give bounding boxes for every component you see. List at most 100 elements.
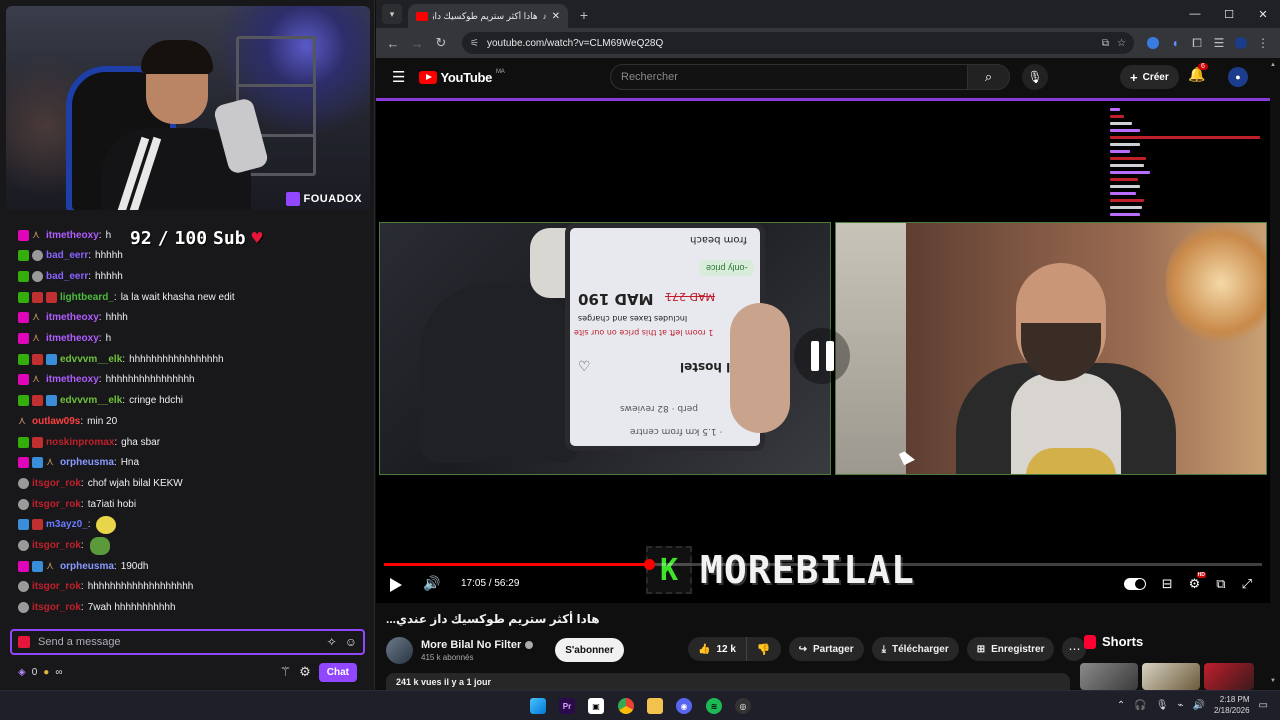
badge-vip-icon[interactable] <box>18 560 29 572</box>
premiere-pro-icon[interactable]: Pr <box>559 698 575 714</box>
badge-mod-icon[interactable] <box>18 353 29 365</box>
voice-search-button[interactable]: 🎙 <box>1022 64 1048 90</box>
badge-vip-icon[interactable] <box>18 312 29 324</box>
extension-wave-icon[interactable]: ◖ <box>1164 32 1186 54</box>
badge-gift-icon[interactable] <box>32 436 43 448</box>
site-info-icon[interactable]: ⚟ <box>470 38 479 49</box>
close-tab-icon[interactable]: ✕ <box>552 11 560 22</box>
video-player[interactable]: from beach -only price MAD 271 MAD 190 I… <box>376 98 1270 603</box>
capcut-icon[interactable]: ▣ <box>588 698 604 714</box>
badge-gift-icon[interactable] <box>32 395 43 407</box>
install-app-icon[interactable]: ⧉ <box>1102 38 1109 49</box>
badge-sub-icon[interactable] <box>32 560 43 572</box>
emote-frog-icon[interactable] <box>89 536 110 555</box>
download-button[interactable]: ⤓ Télécharger <box>871 637 959 661</box>
share-button[interactable]: ↪ Partager <box>788 637 864 661</box>
chat-username[interactable]: itsgor_rok <box>32 581 81 592</box>
chat-username[interactable]: outlaw09s <box>32 416 80 427</box>
chat-username[interactable]: bad_eerr <box>46 271 88 282</box>
badge-sub-icon[interactable] <box>46 395 57 407</box>
pause-indicator-icon[interactable] <box>794 328 850 384</box>
scroll-up-icon[interactable]: ▲ <box>1270 62 1276 68</box>
chat-username[interactable]: orpheusma <box>60 457 114 468</box>
badge-sub-icon[interactable] <box>18 519 29 531</box>
description-box[interactable]: 241 k vues il y a 1 jour <box>386 673 1070 691</box>
chat-username[interactable]: itsgor_rok <box>32 499 81 510</box>
chat-username[interactable]: m3ayz0_ <box>46 519 88 530</box>
search-button[interactable]: ⌕ <box>968 64 1010 90</box>
chat-username[interactable]: itmetheoxy <box>46 230 99 241</box>
chat-username[interactable]: itmetheoxy <box>46 374 99 385</box>
chat-username[interactable]: itsgor_rok <box>32 602 81 613</box>
volume-icon[interactable]: 🔊 <box>423 575 440 592</box>
shorts-thumbnail[interactable] <box>1080 663 1138 690</box>
emote-smile-icon[interactable] <box>96 515 117 534</box>
minimize-icon[interactable]: — <box>1178 0 1212 28</box>
badge-gift-icon[interactable] <box>32 519 43 531</box>
page-scrollbar[interactable]: ▲ ▼ <box>1270 58 1278 688</box>
clock[interactable]: 2:18 PM 2/18/2026 <box>1214 694 1250 716</box>
badge-fork-icon[interactable]: ⋏ <box>18 415 29 427</box>
forward-icon[interactable]: → <box>406 32 428 54</box>
shorts-thumbnail[interactable] <box>1204 663 1254 690</box>
badge-fork-icon[interactable]: ⋏ <box>32 374 43 385</box>
discord-icon[interactable]: ◉ <box>676 698 692 714</box>
badge-mod-icon[interactable] <box>18 291 29 303</box>
badge-mod-icon[interactable] <box>18 436 29 448</box>
autoplay-toggle[interactable] <box>1123 578 1146 590</box>
tab-youtube-video[interactable]: هادا أكثر ستريم طوكسيك داز (6) ♪ ✕ <box>408 4 568 28</box>
shorts-thumbnail[interactable] <box>1142 663 1200 690</box>
badge-sub-icon[interactable] <box>32 457 43 469</box>
badge-vip-icon[interactable] <box>18 457 29 469</box>
wand-icon[interactable]: ⚚ <box>279 664 291 680</box>
youtube-logo[interactable]: YouTube MA <box>419 69 505 85</box>
reload-icon[interactable]: ↻ <box>430 32 452 54</box>
badge-skull-icon[interactable] <box>18 581 29 593</box>
channel-avatar[interactable] <box>386 636 413 664</box>
obs-icon[interactable]: ◎ <box>735 698 751 714</box>
speaker-icon[interactable]: ♪ <box>543 12 547 21</box>
spotify-icon[interactable]: ≋ <box>706 698 722 714</box>
badge-vip-icon[interactable] <box>18 374 29 386</box>
settings-icon[interactable]: ⚙ <box>299 664 311 680</box>
speaker-tray-icon[interactable]: 🔊 <box>1193 700 1205 711</box>
progress-bar[interactable] <box>384 559 1262 570</box>
badge-fork-icon[interactable]: ⋏ <box>32 312 43 323</box>
profile-icon[interactable] <box>1230 32 1252 54</box>
badge-skull-icon[interactable] <box>18 602 29 614</box>
bookmark-star-icon[interactable]: ☆ <box>1117 38 1126 49</box>
extensions-puzzle-icon[interactable]: ⧠ <box>1186 32 1208 54</box>
gift-icon[interactable] <box>18 636 30 648</box>
badge-sub-icon[interactable] <box>46 353 57 365</box>
badge-gift-icon[interactable] <box>32 353 43 365</box>
notifications-tray-icon[interactable]: ▭ <box>1259 700 1268 711</box>
badge-mod-icon[interactable] <box>18 395 29 407</box>
badge-gift-icon[interactable] <box>32 291 43 303</box>
badge-skull-icon[interactable] <box>32 250 43 262</box>
badge-skull-icon[interactable] <box>18 498 29 510</box>
browser-menu-icon[interactable]: ⋮ <box>1252 32 1274 54</box>
maximize-icon[interactable]: ☐ <box>1212 0 1246 28</box>
chat-username[interactable]: edvvvm__elk <box>60 395 122 406</box>
badge-fork-icon[interactable]: ⋏ <box>46 560 57 572</box>
notifications-button[interactable]: 🔔 6 <box>1188 63 1208 83</box>
badge-vip-icon[interactable] <box>18 333 29 344</box>
badge-mod-icon[interactable] <box>18 270 29 282</box>
new-tab-button[interactable]: + <box>574 5 594 25</box>
account-avatar[interactable]: ● <box>1228 67 1248 87</box>
extension-shield-icon[interactable] <box>1142 32 1164 54</box>
back-icon[interactable]: ← <box>382 32 404 54</box>
badge-vip-icon[interactable] <box>18 229 29 241</box>
microphone-tray-icon[interactable]: 🎙 <box>1156 700 1169 711</box>
badge-fork-icon[interactable]: ⋏ <box>32 229 43 241</box>
chat-input[interactable]: Send a message ✧ ☺ <box>10 629 365 655</box>
file-explorer-icon[interactable] <box>647 698 663 714</box>
badge-skull-icon[interactable] <box>32 270 43 282</box>
settings-gear-icon[interactable]: ⚙ HD <box>1189 572 1206 592</box>
badge-gift-icon[interactable] <box>46 291 57 303</box>
miniplayer-icon[interactable]: ⧉ <box>1216 576 1225 592</box>
badge-skull-icon[interactable] <box>18 540 29 551</box>
subtitles-icon[interactable]: ⊟ <box>1162 576 1173 592</box>
chat-username[interactable]: itmetheoxy <box>46 312 99 323</box>
chat-username[interactable]: itsgor_rok <box>32 478 81 489</box>
